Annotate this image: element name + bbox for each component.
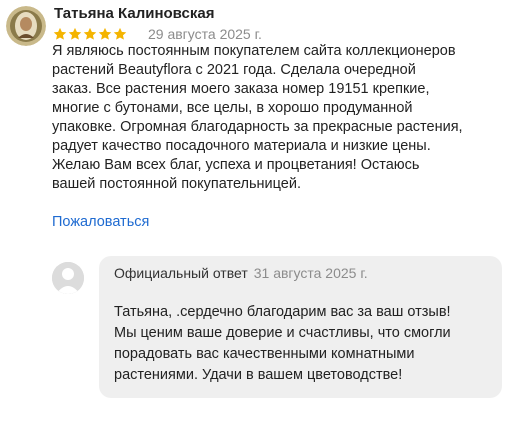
star-icon [83, 27, 97, 40]
reply-title: Официальный ответ [114, 265, 248, 281]
reply-text: Татьяна, .сердечно благодарим вас за ваш… [114, 304, 451, 383]
review-text: Я являюсь постоянным покупателем сайта к… [52, 43, 463, 192]
official-reply: Официальный ответ 31 августа 2025 г. Тать… [99, 256, 502, 398]
star-icon [98, 27, 112, 40]
review-date: 29 августа 2025 г. [148, 26, 262, 42]
author-name[interactable]: Татьяна Калиновская [54, 5, 214, 22]
complain-link[interactable]: Пожаловаться [52, 214, 149, 230]
reply-avatar [52, 262, 84, 294]
reply-date: 31 августа 2025 г. [253, 265, 368, 281]
author-photo-icon [6, 6, 46, 46]
star-icon [53, 27, 67, 40]
reply-header: Официальный ответ 31 августа 2025 г. [114, 265, 368, 281]
rating-stars [53, 27, 127, 41]
star-icon [113, 27, 127, 40]
author-avatar [6, 6, 46, 46]
default-user-icon [52, 262, 84, 294]
star-icon [68, 27, 82, 40]
